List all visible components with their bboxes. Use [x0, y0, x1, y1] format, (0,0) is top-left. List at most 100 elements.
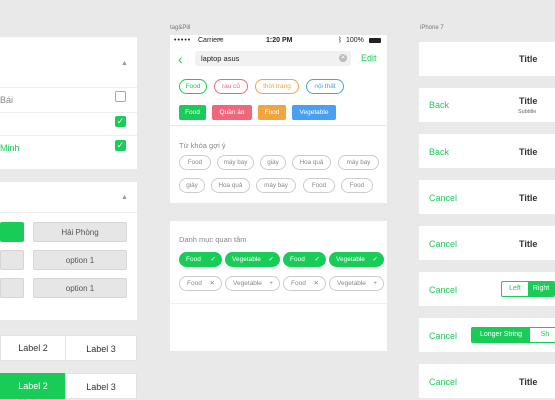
interest-pill[interactable]: Vegetable + [225, 276, 280, 291]
add-icon[interactable]: + [373, 277, 377, 290]
tag-filled[interactable]: Quần áo [212, 105, 252, 120]
checkbox-list-card: ▲ Bái ✓ Minh ✓ [0, 37, 137, 169]
segment-item[interactable]: Label 3 [65, 373, 137, 399]
pill-label: Food [186, 256, 201, 263]
remove-icon[interactable]: ✕ [314, 277, 319, 290]
tag-outline[interactable]: Food [179, 79, 207, 94]
cancel-button[interactable]: Cancel [429, 193, 457, 203]
back-chevron-icon[interactable]: ‹ [178, 51, 183, 67]
segment-right[interactable]: Sh [530, 328, 555, 342]
option-button[interactable] [0, 250, 24, 270]
checkbox-checked[interactable]: ✓ [115, 116, 126, 127]
edit-button[interactable]: Edit [361, 53, 377, 63]
suggestion-chip[interactable]: Hoa quả [211, 178, 250, 193]
checkbox-checked[interactable]: ✓ [115, 140, 126, 151]
add-icon[interactable]: + [269, 277, 273, 290]
interest-pill[interactable]: Food ✕ [179, 276, 222, 291]
remove-icon[interactable]: ✕ [210, 277, 215, 290]
status-bar: ••••• Carrier ≋ 1:20 PM ᛒ 100% [170, 35, 387, 47]
tag-filled[interactable]: Food [179, 105, 206, 120]
nav-title: Title [519, 96, 538, 106]
interest-pill[interactable]: Food ✕ [283, 276, 326, 291]
nav-title: Title [519, 193, 538, 203]
suggestion-chip[interactable]: Food [341, 178, 373, 193]
check-icon: ✓ [314, 256, 320, 263]
tag-outline[interactable]: nội thất [306, 79, 344, 94]
interest-pill-selected[interactable]: Vegetable ✓ [225, 252, 280, 267]
navigation-bar: Cancel Left Right [419, 272, 555, 306]
city-button[interactable]: Hải Phòng [33, 222, 127, 242]
nav-subtitle: Subtitle [518, 109, 537, 115]
navigation-bar: Cancel Title [419, 364, 555, 398]
suggestion-chip[interactable]: máy bay [256, 178, 296, 193]
suggestion-chip[interactable]: giày [260, 155, 286, 170]
interest-pill-selected[interactable]: Vegetable ✓ [329, 252, 384, 267]
cancel-button[interactable]: Cancel [429, 285, 457, 295]
section-title: Danh mục quan tâm [179, 235, 247, 244]
pill-label: Vegetable [337, 280, 366, 287]
checkbox-row-label: Minh [0, 143, 20, 153]
back-button[interactable]: Back [429, 147, 449, 157]
back-button[interactable]: Back [429, 100, 449, 110]
option-button[interactable]: option 1 [33, 250, 127, 270]
suggestion-chip[interactable]: Hoa quả [292, 155, 331, 170]
artboard-caption: tag&Pill [170, 25, 191, 31]
signal-icon: ••••• [174, 37, 192, 44]
checkbox-row-label: Bái [0, 95, 14, 105]
pill-label: Food [290, 256, 305, 263]
tag-outline[interactable]: rau củ [214, 79, 248, 94]
section-title: Từ khóa gợi ý [179, 141, 226, 150]
interest-pill-selected[interactable]: Food ✓ [179, 252, 222, 267]
tag-filled[interactable]: Food [258, 105, 286, 120]
pill-label: Food [187, 280, 202, 287]
tag-filled[interactable]: Vegetable [292, 105, 336, 120]
wifi-icon: ≋ [218, 37, 224, 44]
suggestion-chip[interactable]: máy bay [217, 155, 254, 170]
segment-left-selected[interactable]: Longer String [472, 328, 530, 342]
checkbox-unchecked[interactable] [115, 91, 126, 102]
battery-label: 100% [346, 37, 364, 44]
tag-pill-screen: ••••• Carrier ≋ 1:20 PM ᛒ 100% ‹ laptop … [170, 35, 387, 351]
chevron-up-icon[interactable]: ▲ [121, 60, 128, 67]
suggestion-chip[interactable]: Food [179, 155, 211, 170]
navigation-bar: Back Title Subtitle [419, 88, 555, 122]
cancel-button[interactable]: Cancel [429, 331, 457, 341]
clear-icon[interactable]: ✕ [339, 54, 347, 62]
suggestion-chip[interactable]: giày [179, 178, 205, 193]
navbar-variants: Title Back Title Subtitle Back Title Can… [419, 0, 555, 400]
option-button[interactable] [0, 278, 24, 298]
cancel-button[interactable]: Cancel [429, 377, 457, 387]
navigation-bar: Title [419, 42, 555, 76]
carrier-label: Carrier [198, 37, 220, 44]
search-input[interactable]: laptop asus ✕ [195, 51, 351, 66]
interest-pill-selected[interactable]: Food ✓ [283, 252, 326, 267]
suggestion-chip[interactable]: máy bay [338, 155, 379, 170]
navigation-bar: Cancel Longer String Sh [419, 318, 555, 352]
segment-item[interactable]: Label 3 [65, 335, 137, 361]
segment-item[interactable]: Label 2 [0, 335, 66, 361]
check-icon: ✓ [372, 256, 378, 263]
interest-pill[interactable]: Vegetable + [329, 276, 384, 291]
primary-button[interactable] [0, 222, 24, 242]
chevron-up-icon[interactable]: ▲ [121, 194, 128, 201]
pill-label: Vegetable [336, 256, 365, 263]
nav-title: Title [519, 377, 538, 387]
segment-item-selected[interactable]: Label 2 [0, 373, 66, 399]
segmented-control: Left Right [501, 281, 555, 297]
option-button[interactable]: option 1 [33, 278, 127, 298]
pill-label: Vegetable [232, 256, 261, 263]
nav-title: Title [519, 54, 538, 64]
nav-title: Title [519, 147, 538, 157]
segmented-control: Longer String Sh [471, 327, 555, 343]
pill-label: Vegetable [233, 280, 262, 287]
segment-right-selected[interactable]: Right [528, 282, 554, 296]
tag-outline[interactable]: thời trang [255, 79, 299, 94]
segment-left[interactable]: Left [502, 282, 528, 296]
battery-icon [369, 38, 381, 43]
cancel-button[interactable]: Cancel [429, 239, 457, 249]
suggestion-chip[interactable]: Food [303, 178, 335, 193]
navigation-bar: Back Title [419, 134, 555, 168]
button-grid-card: ▲ Hải Phòng option 1 option 1 [0, 182, 137, 320]
check-icon: ✓ [268, 256, 274, 263]
left-panel: ▲ Bái ✓ Minh ✓ ▲ Hải Phòng option 1 opti… [0, 0, 137, 400]
